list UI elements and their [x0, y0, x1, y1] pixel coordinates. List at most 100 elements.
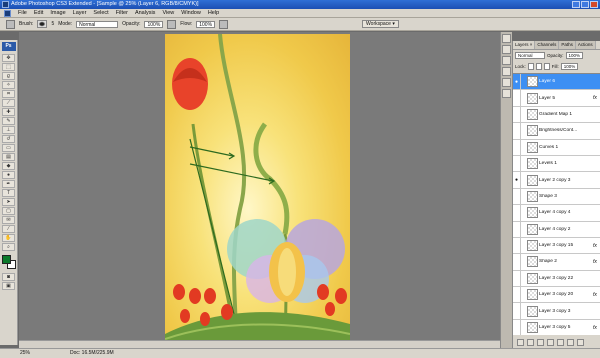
menu-select[interactable]: Select [93, 10, 108, 16]
visibility-eye-icon[interactable] [513, 205, 521, 221]
add-mask-icon[interactable] [537, 339, 544, 346]
brush-tool-icon[interactable] [6, 19, 15, 29]
menu-filter[interactable]: Filter [116, 10, 128, 16]
navigator-panel-icon[interactable] [502, 34, 511, 43]
opacity-input[interactable]: 100% [144, 20, 164, 28]
menu-window[interactable]: Window [181, 10, 201, 16]
visibility-eye-icon[interactable] [513, 188, 521, 205]
layer-row[interactable]: Layer 4 copy 2 [513, 221, 600, 238]
layer-row[interactable]: Layer 4 copy 4 [513, 205, 600, 222]
quick-mask-icon[interactable]: ◙ [2, 273, 15, 281]
notes-tool-icon[interactable]: ✉ [2, 216, 15, 224]
foreground-color-swatch[interactable] [1, 255, 11, 264]
visibility-eye-icon[interactable] [513, 254, 521, 270]
layer-fx-icon[interactable]: fx [593, 292, 600, 298]
new-layer-icon[interactable] [567, 339, 574, 346]
brush-tool-icon[interactable]: ✎ [2, 117, 15, 125]
flow-input[interactable]: 100% [196, 20, 216, 28]
screen-mode-icon[interactable]: ▣ [2, 282, 15, 290]
healing-brush-icon[interactable]: ✚ [2, 108, 15, 116]
fill-input[interactable]: 100% [560, 63, 579, 70]
brush-preset-picker[interactable] [37, 20, 48, 28]
clone-stamp-icon[interactable]: ⊥ [2, 126, 15, 134]
layer-fx-icon[interactable]: fx [593, 259, 600, 265]
layer-row[interactable]: ● Layer 2 copy 3 [513, 172, 600, 189]
blend-mode-select[interactable]: Normal [515, 52, 545, 59]
tab-channels[interactable]: Channels [535, 41, 560, 49]
layer-row[interactable]: ● Layer 6 [513, 74, 600, 91]
menu-image[interactable]: Image [50, 10, 65, 16]
move-tool-icon[interactable]: ✥ [2, 54, 15, 62]
magic-wand-icon[interactable]: ✧ [2, 81, 15, 89]
menu-file[interactable]: File [18, 10, 27, 16]
shape-tool-icon[interactable]: ▢ [2, 207, 15, 215]
menu-edit[interactable]: Edit [34, 10, 43, 16]
visibility-eye-icon[interactable] [513, 106, 521, 123]
menu-help[interactable]: Help [208, 10, 219, 16]
lock-position-icon[interactable] [543, 63, 550, 70]
layer-row[interactable]: Layer 3 copy 22 [513, 270, 600, 288]
zoom-tool-icon[interactable]: ⌕ [2, 243, 15, 251]
new-group-icon[interactable] [557, 339, 564, 346]
zoom-level[interactable]: 25% [20, 349, 30, 358]
menu-view[interactable]: View [162, 10, 174, 16]
pen-tool-icon[interactable]: ✒ [2, 180, 15, 188]
color-swatches[interactable] [1, 255, 16, 269]
eraser-tool-icon[interactable]: ▭ [2, 144, 15, 152]
add-style-icon[interactable] [527, 339, 534, 346]
history-panel-icon[interactable] [502, 56, 511, 65]
lock-transparency-icon[interactable] [527, 63, 534, 70]
layer-fx-icon[interactable]: fx [593, 95, 600, 101]
visibility-eye-icon[interactable] [513, 303, 521, 319]
layer-row[interactable]: Layer 5 fx [513, 90, 600, 107]
path-select-icon[interactable]: ➤ [2, 198, 15, 206]
crop-tool-icon[interactable]: ⌗ [2, 90, 15, 98]
visibility-eye-icon[interactable]: ● [513, 172, 521, 188]
visibility-eye-icon[interactable] [513, 155, 521, 172]
dodge-tool-icon[interactable]: ● [2, 171, 15, 179]
visibility-eye-icon[interactable]: ● [513, 74, 521, 90]
airbrush-icon[interactable] [219, 19, 229, 29]
link-layers-icon[interactable] [517, 339, 524, 346]
layer-row[interactable]: Shape 3 [513, 188, 600, 206]
minimize-button[interactable] [572, 1, 580, 8]
layer-fx-icon[interactable]: fx [593, 243, 600, 249]
styles-panel-icon[interactable] [502, 89, 511, 98]
adjustment-layer-icon[interactable] [547, 339, 554, 346]
visibility-eye-icon[interactable] [513, 287, 521, 303]
menu-layer[interactable]: Layer [73, 10, 87, 16]
swatches-panel-icon[interactable] [502, 78, 511, 87]
visibility-eye-icon[interactable] [513, 237, 521, 254]
layer-row[interactable]: Curves 1 [513, 139, 600, 156]
layer-row[interactable]: Shape 2 fx [513, 254, 600, 271]
layer-row[interactable]: Brightness/Cont... [513, 123, 600, 140]
close-button[interactable] [590, 1, 598, 8]
visibility-eye-icon[interactable] [513, 270, 521, 287]
layer-fx-icon[interactable]: fx [593, 325, 600, 331]
lasso-tool-icon[interactable]: ϱ [2, 72, 15, 80]
visibility-eye-icon[interactable] [513, 319, 521, 335]
workspace-menu[interactable]: Workspace ▾ [362, 20, 399, 28]
marquee-tool-icon[interactable]: ⬚ [2, 63, 15, 71]
visibility-eye-icon[interactable] [513, 221, 521, 237]
visibility-eye-icon[interactable] [513, 139, 521, 155]
layer-row[interactable]: Layer 3 copy 3 [513, 303, 600, 320]
maximize-button[interactable] [581, 1, 589, 8]
layer-row[interactable]: Levels 1 [513, 155, 600, 173]
info-panel-icon[interactable] [502, 45, 511, 54]
eyedropper-icon[interactable]: ⁄ [2, 225, 15, 233]
document-canvas[interactable] [165, 34, 350, 352]
layer-opacity-input[interactable]: 100% [565, 52, 584, 59]
delete-layer-icon[interactable] [577, 339, 584, 346]
menu-analysis[interactable]: Analysis [135, 10, 155, 16]
lock-pixels-icon[interactable] [535, 63, 542, 70]
slice-tool-icon[interactable]: ⟋ [2, 99, 15, 107]
mode-select[interactable]: Normal [76, 20, 119, 28]
gradient-tool-icon[interactable]: ▤ [2, 153, 15, 161]
blur-tool-icon[interactable]: ◆ [2, 162, 15, 170]
type-tool-icon[interactable]: T [2, 189, 15, 197]
layer-row[interactable]: Layer 3 copy 5 fx [513, 319, 600, 335]
horizontal-scrollbar[interactable] [19, 340, 500, 348]
layer-row[interactable]: Layer 3 copy 20 fx [513, 287, 600, 304]
tab-actions[interactable]: Actions [575, 41, 596, 49]
